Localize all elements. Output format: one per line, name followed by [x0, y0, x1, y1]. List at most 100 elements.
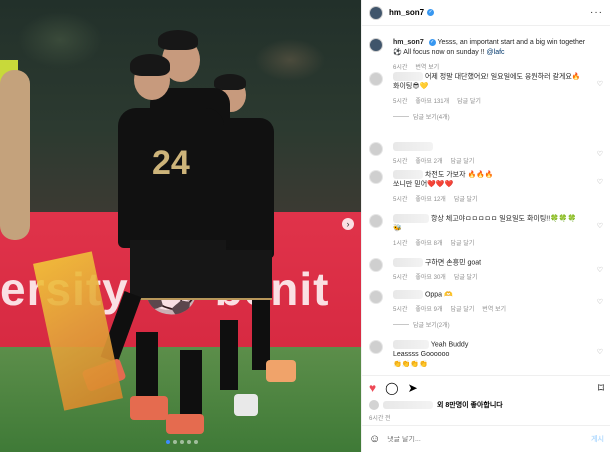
- comment-like-icon[interactable]: ♡: [597, 80, 603, 88]
- carousel-next-button[interactable]: ›: [342, 218, 354, 230]
- comment-text-line2: 화이팅😎💛: [393, 83, 429, 91]
- comment-icon[interactable]: ◯: [385, 382, 398, 394]
- comment-text: Oppa 🫶: [424, 291, 453, 299]
- reply-button[interactable]: 답글 달기: [450, 238, 474, 247]
- heart-filled-icon[interactable]: ♥: [369, 382, 376, 394]
- reply-button[interactable]: 답글 달기: [457, 96, 481, 105]
- comment-like-icon[interactable]: ♡: [597, 178, 603, 186]
- comment-likes[interactable]: 좋아요 2개: [415, 156, 442, 165]
- comment-like-icon[interactable]: ♡: [597, 222, 603, 230]
- blurred-username: [393, 214, 429, 223]
- replies-divider: [393, 324, 409, 326]
- view-replies-button[interactable]: 답글 보기(2개): [413, 320, 450, 329]
- instagram-post-view: ersity ⚽ benit 24 ›: [0, 0, 610, 452]
- caption-username[interactable]: hm_son7: [393, 39, 424, 46]
- post-actions-bar: ♥ ◯ ➤ ⌑: [362, 375, 610, 399]
- carousel-dot: [187, 440, 191, 444]
- verified-badge-icon: ✓: [427, 9, 435, 16]
- post-timestamp: 6시간 전: [369, 416, 391, 422]
- comment-likes[interactable]: 좋아요 9개: [415, 304, 442, 313]
- author-avatar[interactable]: [369, 5, 383, 20]
- carousel-dot: [166, 440, 170, 444]
- blurred-username: [393, 72, 423, 81]
- comment-text: 어제 정말 대단했어요! 일요일에도 응원하러 갈게요🔥: [424, 73, 581, 81]
- comment-likes[interactable]: 좋아요 30개: [415, 272, 445, 281]
- reply-button[interactable]: 답글 달기: [450, 156, 474, 165]
- view-replies-button[interactable]: 답글 보기(4개): [413, 112, 450, 121]
- likes-text: 외 8만명이 좋아합니다: [437, 402, 503, 409]
- post-comment-button[interactable]: 게시: [591, 434, 604, 444]
- jersey-number: 24: [152, 144, 190, 182]
- caption-time: 6시간: [393, 65, 408, 71]
- comment-like-icon[interactable]: ♡: [597, 298, 603, 306]
- blurred-username: [393, 290, 423, 299]
- commenter-avatar[interactable]: [369, 142, 383, 156]
- share-icon[interactable]: ➤: [408, 382, 418, 394]
- comment-time: 5시간: [393, 307, 408, 314]
- player-sock: [180, 350, 202, 420]
- comment-time: 5시간: [393, 197, 408, 204]
- player-sock: [220, 320, 238, 390]
- comment-text-line2: 🐝: [393, 225, 402, 233]
- add-comment-bar: ☺ 게시: [362, 425, 610, 452]
- reply-button[interactable]: 답글 달기: [454, 194, 478, 203]
- carousel-dot: [194, 440, 198, 444]
- commenter-avatar[interactable]: [369, 72, 383, 86]
- comment-time: 5시간: [393, 275, 408, 282]
- commenter-avatar[interactable]: [369, 290, 383, 304]
- comment-text: 항상 체고야ㅁㅁㅁㅁㅁ 일요일도 화이팅!!🍀🍀🍀: [430, 215, 577, 223]
- comment-input[interactable]: [387, 435, 592, 443]
- carousel-dot: [173, 440, 177, 444]
- likes-summary[interactable]: 외 8만명이 좋아합니다: [369, 400, 503, 410]
- blurred-username: [393, 258, 423, 267]
- comment-time: 1시간: [393, 241, 408, 248]
- comment-like-icon[interactable]: ♡: [597, 266, 603, 274]
- comment-time: 5시간: [393, 159, 408, 166]
- more-options-icon[interactable]: ···: [590, 7, 603, 18]
- player-hair: [130, 54, 170, 76]
- player-hair: [158, 30, 198, 50]
- blurred-username: [393, 340, 429, 349]
- player-boot: [166, 414, 204, 434]
- player-sock: [136, 332, 158, 402]
- player-boot: [130, 396, 168, 420]
- commenter-avatar[interactable]: [369, 340, 383, 354]
- reply-button[interactable]: 답글 달기: [454, 272, 478, 281]
- comment-like-icon[interactable]: ♡: [597, 150, 603, 158]
- comment-time: 5시간: [393, 99, 408, 106]
- comment-text: 구하면 손흥민 goat: [424, 259, 482, 267]
- comment-text-line3: 👏👏👏👏: [393, 361, 428, 369]
- bookmark-icon[interactable]: ⌑: [598, 382, 604, 394]
- referee-arm: [0, 70, 30, 240]
- reply-button[interactable]: 답글 달기: [450, 304, 474, 313]
- comment-likes[interactable]: 좋아요 12개: [415, 194, 445, 203]
- author-username[interactable]: hm_son7: [389, 8, 424, 17]
- comment-text: 차전도 가보자 🔥🔥🔥: [424, 171, 494, 179]
- post-photo[interactable]: ersity ⚽ benit 24 ›: [0, 0, 361, 452]
- comment-likes[interactable]: 좋아요 8개: [415, 238, 442, 247]
- replies-divider: [393, 116, 409, 118]
- comment-text: Yeah Buddy: [430, 341, 469, 349]
- commenter-avatar[interactable]: [369, 170, 383, 184]
- player-boot: [234, 394, 258, 416]
- emoji-icon[interactable]: ☺: [369, 433, 380, 445]
- comment-likes[interactable]: 좋아요 131개: [415, 96, 449, 105]
- translate-link[interactable]: 번역 보기: [482, 304, 506, 313]
- author-avatar[interactable]: [369, 38, 383, 52]
- player-shorts: [130, 240, 226, 300]
- commenter-avatar[interactable]: [369, 258, 383, 272]
- carousel-dots: [166, 440, 198, 444]
- blurred-liker-name: [383, 401, 433, 409]
- translate-link[interactable]: 번역 보기: [415, 62, 439, 71]
- player-boot: [266, 360, 296, 382]
- comment-like-icon[interactable]: ♡: [597, 348, 603, 356]
- caption-tag-link[interactable]: @lafc: [487, 49, 505, 56]
- post-header: hm_son7 ✓ ···: [362, 0, 610, 26]
- blurred-comment: [393, 142, 433, 151]
- comment-text-line2: Leassss Goooooo: [393, 351, 450, 359]
- liker-avatar: [369, 400, 379, 410]
- commenter-avatar[interactable]: [369, 214, 383, 228]
- blurred-username: [393, 170, 423, 179]
- player-hair: [214, 74, 246, 90]
- comments-list[interactable]: hm_son7 ✓ Yesss, an important start and …: [362, 34, 610, 372]
